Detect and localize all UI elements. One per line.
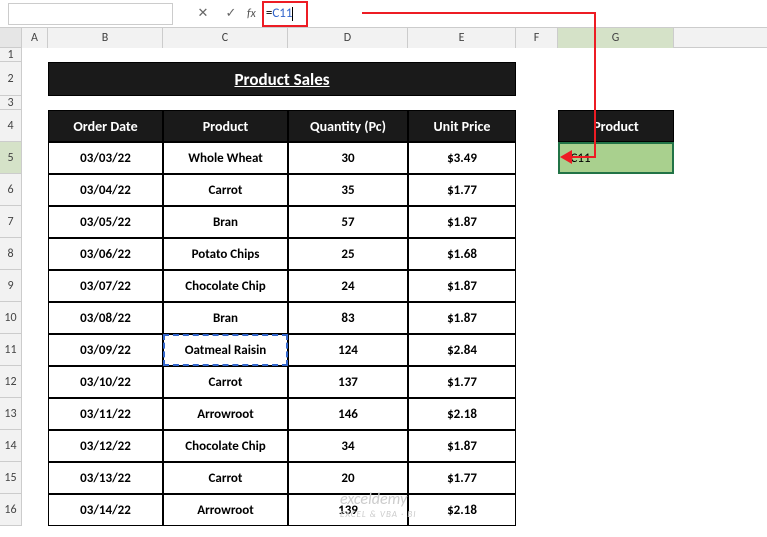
select-all-corner[interactable] [0,28,22,48]
callout-arrow [570,156,596,158]
cell-date-r13[interactable]: 03/11/22 [48,398,163,430]
cell-price-r11[interactable]: $2.84 [408,334,516,366]
enter-icon[interactable]: ✓ [219,3,243,25]
cell-qty-r10[interactable]: 83 [288,302,408,334]
callout-arrow-head [560,150,572,164]
cell-date-r11[interactable]: 03/09/22 [48,334,163,366]
cell-qty-r12[interactable]: 137 [288,366,408,398]
row-header-5[interactable]: 5 [0,142,22,174]
cell-price-r9[interactable]: $1.87 [408,270,516,302]
row-header-10[interactable]: 10 [0,302,22,334]
col-header-c[interactable]: C [163,28,288,48]
cell-qty-r7[interactable]: 57 [288,206,408,238]
text-cursor [292,7,293,21]
cell-price-r16[interactable]: $2.18 [408,494,516,526]
cell-date-r14[interactable]: 03/12/22 [48,430,163,462]
cell-price-r5[interactable]: $3.49 [408,142,516,174]
cell-date-r8[interactable]: 03/06/22 [48,238,163,270]
row-header-2[interactable]: 2 [0,62,22,96]
cell-product-r13[interactable]: Arrowroot [163,398,288,430]
col-header-a[interactable]: A [22,28,48,48]
col-header-f[interactable]: F [516,28,558,48]
cell-price-r6[interactable]: $1.77 [408,174,516,206]
table-title: Product Sales [48,62,516,96]
cancel-icon[interactable]: ✕ [191,3,215,25]
cell-qty-r14[interactable]: 34 [288,430,408,462]
cell-qty-r13[interactable]: 146 [288,398,408,430]
cell-qty-r9[interactable]: 24 [288,270,408,302]
col-header-d[interactable]: D [288,28,408,48]
row-header-1[interactable]: 1 [0,48,22,62]
row-header-13[interactable]: 13 [0,398,22,430]
cell-price-r15[interactable]: $1.77 [408,462,516,494]
cell-date-r5[interactable]: 03/03/22 [48,142,163,174]
cell-product-r10[interactable]: Bran [163,302,288,334]
row-headers: 12345678910111213141516 [0,48,22,526]
cell-qty-r15[interactable]: 20 [288,462,408,494]
col-header-b[interactable]: B [48,28,163,48]
cell-price-r10[interactable]: $1.87 [408,302,516,334]
header-quantity: Quantity (Pc) [288,110,408,142]
callout-arrow [362,12,594,14]
header-unit-price: Unit Price [408,110,516,142]
row-header-11[interactable]: 11 [0,334,22,366]
cell-product-r7[interactable]: Bran [163,206,288,238]
cell-qty-r5[interactable]: 30 [288,142,408,174]
cell-price-r13[interactable]: $2.18 [408,398,516,430]
cell-product-r12[interactable]: Carrot [163,366,288,398]
name-box[interactable] [8,3,173,25]
cell-date-r12[interactable]: 03/10/22 [48,366,163,398]
col-header-e[interactable]: E [408,28,516,48]
cell-product-r11[interactable]: Oatmeal Raisin [163,334,288,366]
cell-date-r10[interactable]: 03/08/22 [48,302,163,334]
header-order-date: Order Date [48,110,163,142]
row-header-9[interactable]: 9 [0,270,22,302]
cell-date-r16[interactable]: 03/14/22 [48,494,163,526]
side-header-product: Product [558,110,674,142]
cell-price-r14[interactable]: $1.87 [408,430,516,462]
cell-qty-r6[interactable]: 35 [288,174,408,206]
header-product: Product [163,110,288,142]
cell-date-r15[interactable]: 03/13/22 [48,462,163,494]
editing-cell-g5[interactable]: =C11 [558,142,674,174]
column-headers: A B C D E F G [0,28,767,48]
cell-date-r7[interactable]: 03/05/22 [48,206,163,238]
cell-product-r8[interactable]: Potato Chips [163,238,288,270]
cell-price-r7[interactable]: $1.87 [408,206,516,238]
row-header-4[interactable]: 4 [0,110,22,142]
cell-product-r15[interactable]: Carrot [163,462,288,494]
cell-qty-r16[interactable]: 139 [288,494,408,526]
cell-product-r6[interactable]: Carrot [163,174,288,206]
cell-price-r12[interactable]: $1.77 [408,366,516,398]
row-header-14[interactable]: 14 [0,430,22,462]
formula-bar: ✕ ✓ fx =C11 [0,0,767,28]
cell-qty-r8[interactable]: 25 [288,238,408,270]
cell-date-r6[interactable]: 03/04/22 [48,174,163,206]
cell-product-r16[interactable]: Arrowroot [163,494,288,526]
cell-product-r14[interactable]: Chocolate Chip [163,430,288,462]
cell-date-r9[interactable]: 03/07/22 [48,270,163,302]
row-header-15[interactable]: 15 [0,462,22,494]
fx-icon[interactable]: fx [247,7,256,21]
row-header-7[interactable]: 7 [0,206,22,238]
row-header-8[interactable]: 8 [0,238,22,270]
cell-product-r9[interactable]: Chocolate Chip [163,270,288,302]
row-header-6[interactable]: 6 [0,174,22,206]
callout-arrow [594,12,596,158]
row-header-12[interactable]: 12 [0,366,22,398]
cell-qty-r11[interactable]: 124 [288,334,408,366]
row-header-3[interactable]: 3 [0,96,22,110]
cell-price-r8[interactable]: $1.68 [408,238,516,270]
col-header-g[interactable]: G [558,28,674,48]
row-header-16[interactable]: 16 [0,494,22,526]
cell-product-r5[interactable]: Whole Wheat [163,142,288,174]
